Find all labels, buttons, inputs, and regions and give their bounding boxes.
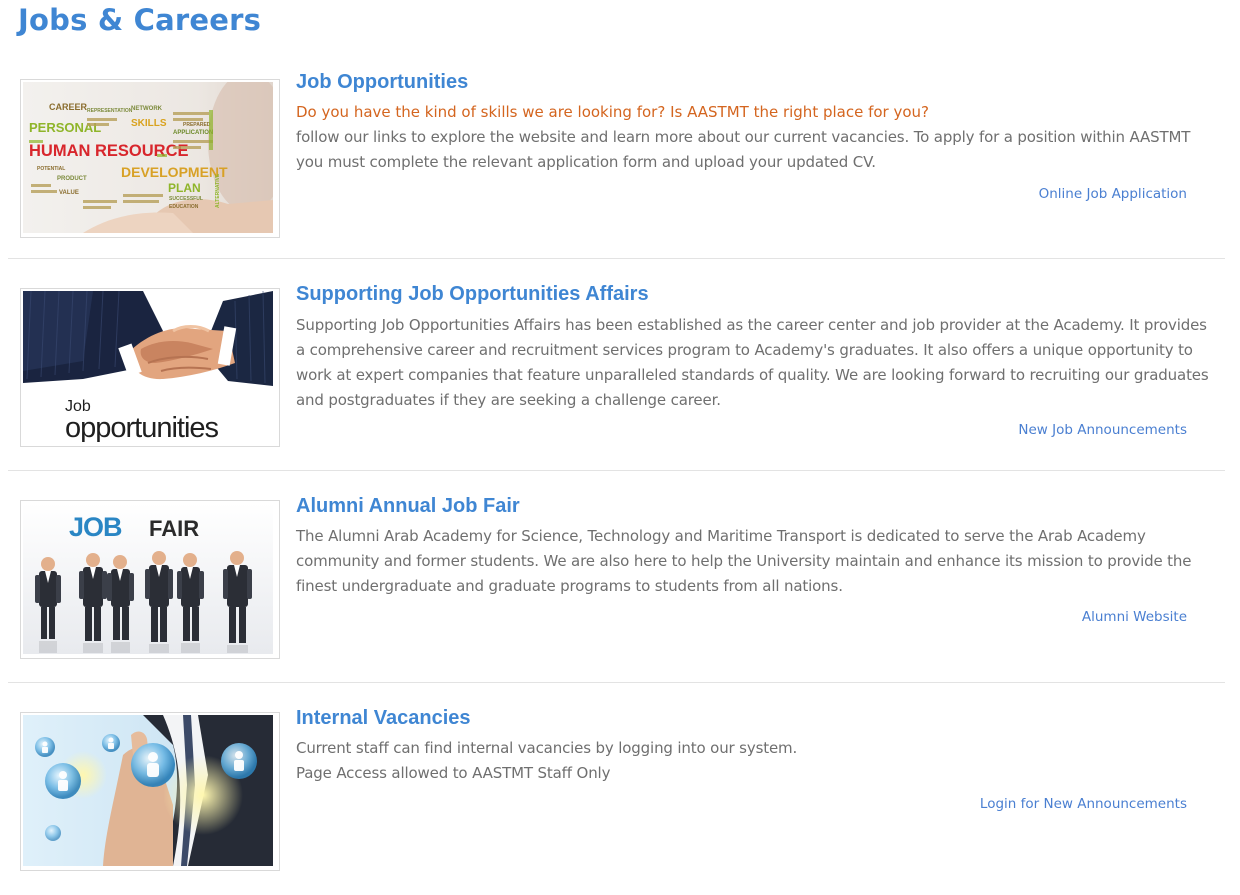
- entry-title: Job Opportunities: [296, 71, 469, 93]
- entry-body-line: Current staff can find internal vacancie…: [296, 739, 798, 757]
- internal-vacancies-section: Internal Vacancies Current staff can fin…: [8, 683, 1225, 895]
- entry-body: Supporting Job Opportunities Affairs has…: [296, 316, 1209, 409]
- page-title: Jobs & Careers: [18, 3, 262, 37]
- login-for-new-announcements-link[interactable]: Login for New Announcements: [980, 794, 1187, 814]
- new-job-announcements-link[interactable]: New Job Announcements: [1018, 420, 1187, 440]
- entry-tagline: Do you have the kind of skills we are lo…: [296, 103, 930, 121]
- entry-body: The Alumni Arab Academy for Science, Tec…: [296, 527, 1192, 595]
- supporting-job-opportunities-section: Job opportunities Supporting Job Opportu…: [8, 259, 1225, 471]
- image-word: JOB: [69, 512, 122, 542]
- svg-text:ALTERNATIVE: ALTERNATIVE: [215, 173, 221, 208]
- svg-text:DEVELOPMENT: DEVELOPMENT: [121, 164, 228, 180]
- touchscreen-people-icons-image: [20, 712, 280, 871]
- entry-body: follow our links to explore the website …: [296, 128, 1191, 171]
- entry-title: Alumni Annual Job Fair: [296, 495, 520, 517]
- handshake-job-opportunities-image: Job opportunities: [20, 288, 280, 447]
- image-word: FAIR: [149, 516, 199, 541]
- entry-body: Current staff can find internal vacancie…: [296, 736, 1216, 786]
- svg-text:PREPARED: PREPARED: [183, 122, 211, 128]
- entry-title: Supporting Job Opportunities Affairs: [296, 283, 649, 305]
- job-fair-businessmen-image: JOB FAIR: [20, 500, 280, 659]
- online-job-application-link[interactable]: Online Job Application: [1039, 184, 1187, 204]
- svg-text:SUCCESSFUL: SUCCESSFUL: [169, 196, 203, 202]
- svg-text:PLAN: PLAN: [168, 181, 201, 195]
- entry-title: Internal Vacancies: [296, 707, 471, 729]
- svg-text:POTENTIAL: POTENTIAL: [37, 166, 65, 172]
- job-opportunities-section: CAREER PERSONAL SKILLS HUMAN RESOURCE DE…: [8, 47, 1225, 259]
- svg-text:NETWORK: NETWORK: [131, 106, 163, 112]
- image-word: CAREER: [49, 102, 88, 112]
- alumni-website-link[interactable]: Alumni Website: [1082, 607, 1187, 627]
- svg-text:PRODUCT: PRODUCT: [57, 176, 87, 182]
- svg-text:APPLICATION: APPLICATION: [173, 130, 213, 136]
- svg-text:VALUE: VALUE: [59, 190, 79, 196]
- svg-text:HUMAN RESOURCE: HUMAN RESOURCE: [29, 142, 189, 160]
- human-resource-word-cloud-image: CAREER PERSONAL SKILLS HUMAN RESOURCE DE…: [20, 79, 280, 238]
- svg-text:REPRESENTATION: REPRESENTATION: [87, 108, 133, 114]
- image-word: opportunities: [65, 412, 219, 442]
- alumni-job-fair-section: JOB FAIR Alumni Annual Job Fair The Alum…: [8, 471, 1225, 683]
- entry-body-line: Page Access allowed to AASTMT Staff Only: [296, 764, 611, 782]
- svg-text:SKILLS: SKILLS: [131, 118, 167, 129]
- svg-text:PERSONAL: PERSONAL: [29, 120, 101, 135]
- svg-text:EDUCATION: EDUCATION: [169, 204, 199, 210]
